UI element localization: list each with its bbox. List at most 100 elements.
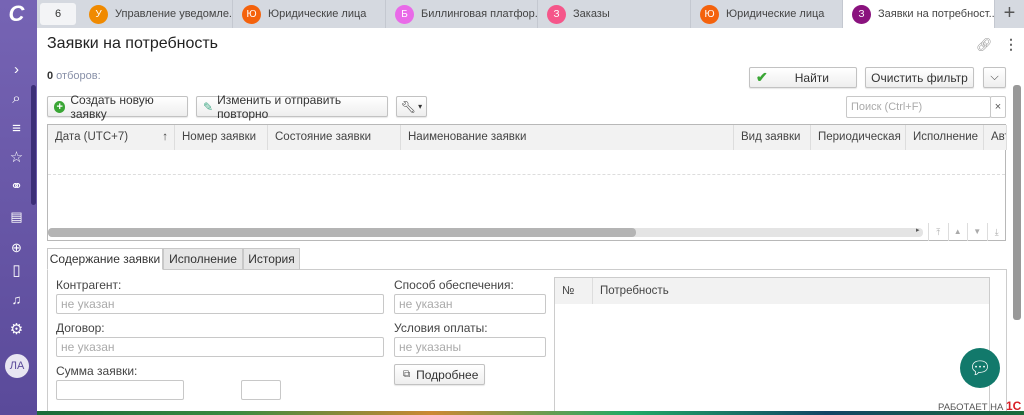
- star-icon[interactable]: ☆: [0, 148, 33, 168]
- page-title: Заявки на потребность: [47, 35, 219, 52]
- tab-badge: З: [852, 4, 871, 24]
- column-header-label: Исполнение: [913, 131, 979, 143]
- column-header-3[interactable]: Наименование заявки: [401, 125, 734, 150]
- scrollbar-thumb[interactable]: [48, 228, 636, 237]
- find-button[interactable]: ✔ Найти: [749, 67, 857, 88]
- counterparty-label: Контрагент:: [56, 278, 122, 292]
- clear-filter-button[interactable]: Очистить фильтр: [865, 67, 974, 88]
- tab-5[interactable]: З Заявки на потребност...: [843, 0, 995, 28]
- tab-badge: Б: [395, 4, 414, 24]
- chat-plus-icon[interactable]: ⊕: [0, 238, 33, 258]
- tab-label: Юридические лица: [268, 8, 367, 20]
- link-icon[interactable]: 🔗︎: [976, 37, 993, 53]
- find-label: Найти: [794, 70, 829, 85]
- more-details-label: Подробнее: [416, 367, 479, 382]
- payment-terms-label: Условия оплаты:: [394, 321, 488, 335]
- security-label: Способ обеспечения:: [394, 278, 514, 292]
- column-header-7[interactable]: Авт: [984, 125, 1007, 150]
- column-header-4[interactable]: Вид заявки: [734, 125, 811, 150]
- book-icon[interactable]: ▤: [0, 207, 33, 227]
- column-header-2[interactable]: Состояние заявки: [268, 125, 401, 150]
- column-header-label: Номер заявки: [182, 131, 257, 143]
- sidebar-scrollbar[interactable]: [31, 85, 36, 205]
- filter-count-label: отборов:: [53, 70, 101, 82]
- tab-label: Заявки на потребност...: [878, 8, 995, 20]
- column-header-5[interactable]: Периодическая: [811, 125, 906, 150]
- tab-execution[interactable]: Исполнение: [163, 248, 243, 270]
- search-clear-button[interactable]: ×: [990, 96, 1006, 118]
- tab-label: Биллинговая платфор...: [421, 8, 538, 20]
- amount-label: Сумма заявки:: [56, 364, 138, 378]
- column-header-label: Периодическая: [818, 131, 901, 143]
- link-icon[interactable]: ⚭: [0, 177, 33, 197]
- prev-row-icon[interactable]: ▲: [949, 223, 968, 241]
- add-tab-button[interactable]: +: [995, 0, 1024, 28]
- last-row-icon[interactable]: ⤓: [988, 223, 1007, 241]
- open-tabs-count[interactable]: 6: [40, 3, 76, 25]
- gear-icon[interactable]: ⚙: [0, 320, 33, 340]
- chat-button[interactable]: 💬︎: [960, 348, 1000, 388]
- counterparty-field[interactable]: не указан: [56, 294, 384, 314]
- phone-icon[interactable]: ▯: [0, 261, 33, 281]
- column-header-6[interactable]: Исполнение: [906, 125, 984, 150]
- horizontal-scrollbar[interactable]: [48, 228, 923, 237]
- tab-bar: 6 У Управление уведомле... Ю Юридические ли…: [37, 0, 1024, 28]
- tab-4[interactable]: Ю Юридические лица: [691, 0, 843, 28]
- payment-terms-field[interactable]: не указаны: [394, 337, 546, 357]
- requests-table: Дата (UTC+7) ↑ Номер заявки Состояние заявк…: [47, 124, 1007, 241]
- contract-field[interactable]: не указан: [56, 337, 384, 357]
- column-header-label: Вид заявки: [741, 131, 801, 143]
- tab-badge: З: [547, 4, 566, 24]
- contract-label: Договор:: [56, 321, 105, 335]
- tab-3[interactable]: З Заказы: [538, 0, 691, 28]
- search-input[interactable]: Поиск (Ctrl+F): [846, 96, 991, 118]
- tab-history[interactable]: История: [243, 248, 300, 270]
- tab-label: Управление уведомле...: [115, 8, 233, 20]
- menu-icon[interactable]: ≡: [0, 119, 33, 139]
- search-icon[interactable]: ⌕: [0, 89, 33, 109]
- navigation-buttons: ⤒ ▲ ▼ ⤓: [928, 223, 1006, 241]
- filter-count[interactable]: 0 отборов:: [47, 70, 101, 82]
- tab-request-content[interactable]: Содержание заявки: [47, 248, 163, 270]
- amount-field[interactable]: [56, 380, 184, 400]
- edit-resend-button[interactable]: ✎ Изменить и отправить повторно: [196, 93, 388, 121]
- column-header-label: Состояние заявки: [275, 131, 372, 143]
- security-field[interactable]: не указан: [394, 294, 546, 314]
- column-header-0[interactable]: Дата (UTC+7) ↑: [48, 125, 175, 150]
- tab-0[interactable]: У Управление уведомле...: [80, 0, 233, 28]
- column-header-number[interactable]: №: [555, 278, 593, 304]
- create-request-button[interactable]: + Создать новую заявку: [47, 93, 188, 121]
- column-header-label: Дата (UTC+7): [55, 131, 129, 143]
- column-header-need[interactable]: Потребность: [593, 278, 989, 304]
- more-icon[interactable]: ⋮: [1004, 36, 1018, 53]
- wrench-icon[interactable]: 🔧︎ ▾: [396, 96, 427, 117]
- next-row-icon[interactable]: ▼: [968, 223, 988, 241]
- tab-1[interactable]: Ю Юридические лица: [233, 0, 386, 28]
- sort-asc-icon: ↑: [162, 131, 168, 143]
- page-scrollbar[interactable]: [1013, 85, 1021, 320]
- chat-icon: 💬︎: [968, 358, 992, 378]
- open-window-icon: ⧉: [403, 369, 411, 380]
- taskbar-strip: [37, 411, 1024, 415]
- edit-resend-label: Изменить и отправить повторно: [217, 92, 342, 121]
- column-header-label: Наименование заявки: [408, 131, 527, 143]
- avatar[interactable]: ЛА: [5, 354, 29, 378]
- column-header-1[interactable]: Номер заявки: [175, 125, 268, 150]
- sidebar: C › ⌕ ≡ ☆ ⚭ ▤ ⊕ ▯ ♫ ⚙ ЛА: [0, 0, 37, 415]
- tab-badge: У: [89, 4, 108, 24]
- logo-icon[interactable]: C: [0, 3, 33, 25]
- currency-field[interactable]: [241, 380, 281, 400]
- bell-icon[interactable]: ♫: [0, 290, 33, 310]
- edit-icon: ✎: [203, 99, 214, 114]
- needs-table: № Потребность: [554, 277, 990, 415]
- chevron-down-icon[interactable]: ⌵: [983, 67, 1006, 88]
- first-row-icon[interactable]: ⤒: [929, 223, 949, 241]
- tab-2[interactable]: Б Биллинговая платфор...: [386, 0, 538, 28]
- expand-icon[interactable]: ›: [0, 60, 33, 80]
- tab-label: Заказы: [573, 8, 610, 20]
- table-row[interactable]: [48, 174, 1005, 175]
- plus-icon: +: [54, 100, 66, 113]
- tab-badge: Ю: [700, 4, 719, 24]
- more-details-button[interactable]: ⧉ Подробнее: [394, 364, 485, 385]
- scroll-right-icon[interactable]: ▸: [916, 226, 920, 234]
